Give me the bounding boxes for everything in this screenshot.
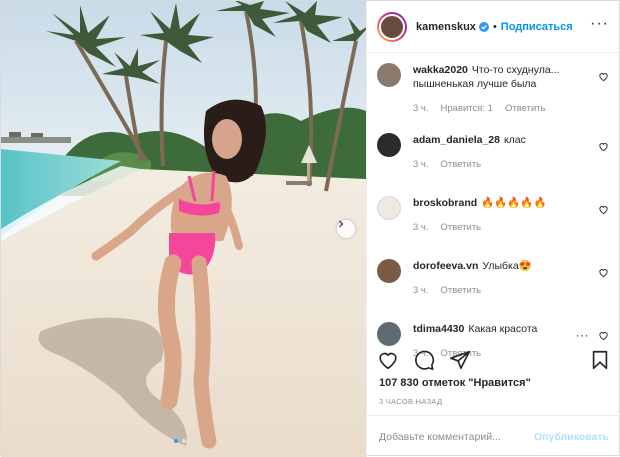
more-options-icon[interactable]: ···	[590, 15, 609, 34]
comment-username[interactable]: broskobrand	[413, 197, 477, 209]
carousel-dot	[182, 439, 186, 443]
post-header: kamenskux • Подписаться ···	[367, 1, 620, 53]
comment-avatar[interactable]	[377, 63, 401, 87]
comment-time: 3 ч.	[413, 285, 429, 296]
likes-count[interactable]: 107 830 отметок "Нравится"	[379, 377, 531, 389]
comment-avatar[interactable]	[377, 322, 401, 346]
comment-time: 3 ч.	[413, 222, 429, 233]
post-photo[interactable]	[1, 1, 366, 457]
beach-scene	[1, 1, 366, 457]
comment-item: broskobrand 🔥🔥🔥🔥🔥 3 ч. Ответить	[377, 196, 611, 235]
comment-likes[interactable]: Нравится: 1	[441, 102, 493, 116]
comment-avatar[interactable]	[377, 196, 401, 220]
comment-body: wakka2020 Что-то схуднула... пышненькая л…	[413, 63, 588, 116]
comments-list: wakka2020 Что-то схуднула... пышненькая л…	[367, 54, 620, 359]
comment-username[interactable]: wakka2020	[413, 64, 468, 76]
verified-badge-icon	[478, 21, 489, 32]
comment-username[interactable]: adam_daniela_28	[413, 134, 500, 146]
comment-like-heart-icon[interactable]	[598, 71, 609, 82]
like-heart-icon[interactable]	[377, 349, 399, 371]
comment-like-heart-icon[interactable]	[598, 267, 609, 278]
comment-item: wakka2020 Что-то схуднула... пышненькая л…	[377, 63, 611, 116]
comment-like-heart-icon[interactable]	[598, 330, 609, 341]
chevron-right-icon	[339, 220, 344, 228]
post-actions	[377, 349, 611, 371]
comment-body: broskobrand 🔥🔥🔥🔥🔥 3 ч. Ответить	[413, 196, 588, 235]
carousel-dot-active	[174, 439, 178, 443]
author-username[interactable]: kamenskux	[416, 21, 476, 33]
comment-meta: 3 ч. Ответить	[413, 221, 588, 235]
publish-comment-button[interactable]: Опубликовать	[534, 431, 609, 443]
comment-reply-button[interactable]: Ответить	[505, 102, 546, 116]
comment-like-heart-icon[interactable]	[598, 204, 609, 215]
comment-username[interactable]: dorofeeva.vn	[413, 260, 478, 272]
comment-meta: 3 ч. Нравится: 1 Ответить	[413, 102, 588, 116]
comment-avatar[interactable]	[377, 133, 401, 157]
comment-text: Улыбка😍	[482, 260, 532, 272]
comment-item: dorofeeva.vn Улыбка😍 3 ч. Ответить	[377, 259, 611, 298]
carousel-indicator	[174, 439, 186, 443]
comment-like-heart-icon[interactable]	[598, 141, 609, 152]
header-separator: •	[492, 20, 497, 33]
share-direct-icon[interactable]	[449, 349, 471, 371]
comment-reply-button[interactable]: Ответить	[441, 221, 482, 235]
comment-text: Какая красота	[468, 323, 538, 335]
add-comment-bar: Опубликовать	[367, 415, 620, 457]
comment-time: 3 ч.	[413, 103, 429, 114]
follow-button[interactable]: Подписаться	[501, 21, 573, 33]
bookmark-save-icon[interactable]	[589, 349, 611, 371]
post-modal: kamenskux • Подписаться ··· wakka2020 Что…	[0, 0, 620, 457]
post-timestamp: 3 ЧАСОВ НАЗАД	[379, 397, 443, 406]
author-avatar[interactable]	[377, 11, 407, 42]
comment-item: adam_daniela_28 клас 3 ч. Ответить	[377, 133, 611, 172]
comment-more-icon[interactable]: ···	[576, 328, 590, 342]
comment-icon[interactable]	[413, 349, 435, 371]
post-sidebar: kamenskux • Подписаться ··· wakka2020 Что…	[366, 1, 620, 457]
comment-reply-button[interactable]: Ответить	[441, 284, 482, 298]
comment-reply-button[interactable]: Ответить	[441, 158, 482, 172]
comment-body: adam_daniela_28 клас 3 ч. Ответить	[413, 133, 588, 172]
comment-body: dorofeeva.vn Улыбка😍 3 ч. Ответить	[413, 259, 588, 298]
next-photo-button[interactable]	[337, 220, 355, 238]
comment-text: 🔥🔥🔥🔥🔥	[481, 197, 547, 209]
comment-meta: 3 ч. Ответить	[413, 158, 588, 172]
comment-avatar[interactable]	[377, 259, 401, 283]
comment-username[interactable]: tdima4430	[413, 323, 464, 335]
comment-input[interactable]	[379, 430, 535, 443]
comment-meta: 3 ч. Ответить	[413, 284, 588, 298]
comment-time: 3 ч.	[413, 159, 429, 170]
comment-text: клас	[503, 134, 526, 146]
